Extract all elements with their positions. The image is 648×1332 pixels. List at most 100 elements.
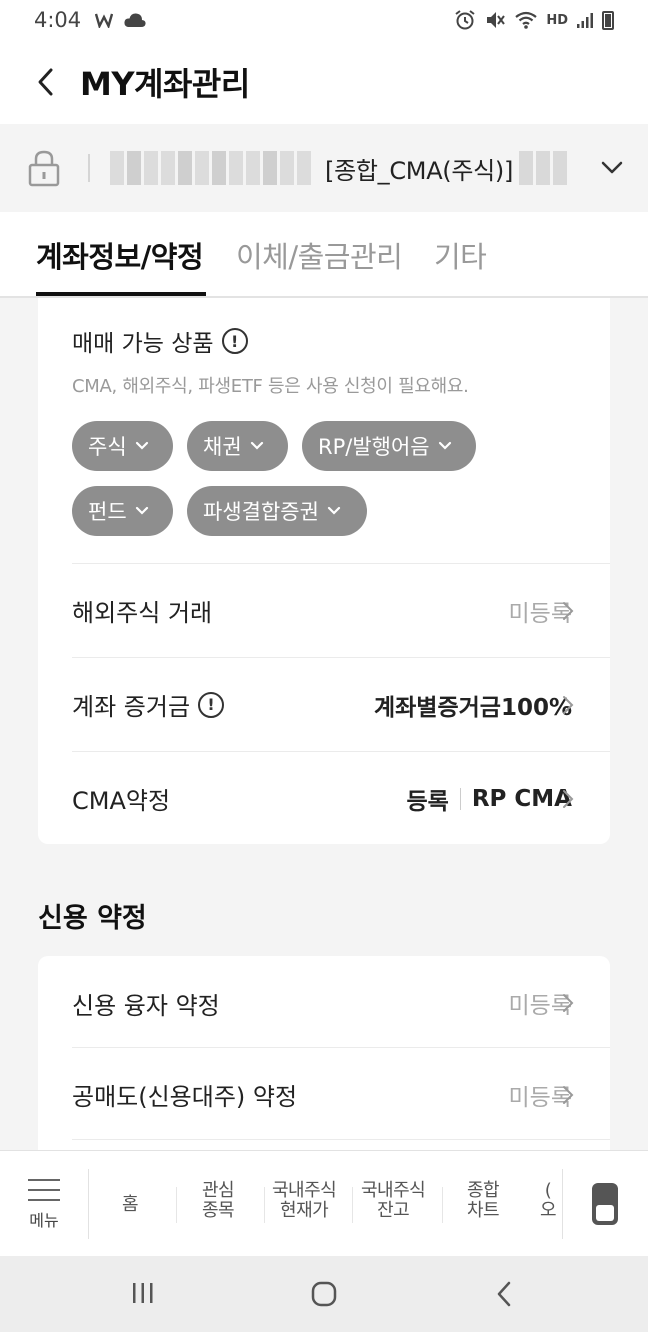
account-name: [종합_CMA(주식)]: [325, 156, 514, 185]
system-nav-bar: [0, 1256, 648, 1332]
nav-label-2: 잔고: [377, 1200, 410, 1221]
chip-label: 주식: [88, 435, 127, 459]
chip-label: 펀드: [88, 500, 127, 524]
menu-label: 메뉴: [29, 1211, 59, 1230]
status-time: 4:04: [34, 8, 82, 32]
account-selector[interactable]: [종합_CMA(주식)]: [0, 124, 648, 212]
menu-button[interactable]: 메뉴: [18, 1179, 70, 1231]
account-suffix-masked: [519, 151, 568, 185]
nav-more-partial[interactable]: ( 오: [536, 1181, 560, 1221]
chip-bond[interactable]: 채권: [187, 421, 288, 471]
chevron-right-icon: [563, 1086, 574, 1104]
chevron-right-icon: [563, 602, 574, 620]
nav-domestic-balance[interactable]: 국내주식 잔고: [361, 1180, 426, 1221]
row-value: 계좌별증거금100%: [373, 694, 572, 721]
lock-icon: [26, 148, 62, 188]
alarm-icon: [455, 10, 475, 30]
bottom-nav: 메뉴 홈 관심 종목 국내주식 현재가 국내주식 잔고 종합 차트 ( 오: [0, 1150, 648, 1256]
chevron-right-icon: [563, 790, 574, 808]
account-info-card: 매매 가능 상품 ! CMA, 해외주식, 파생ETF 등은 사용 신청이 필요…: [38, 298, 610, 844]
chip-rp-note[interactable]: RP/발행어음: [302, 421, 476, 471]
nav-separator: [352, 1187, 353, 1223]
tab-account-info[interactable]: 계좌정보/약정: [36, 234, 204, 276]
nav-domestic-price[interactable]: 국내주식 현재가: [272, 1180, 337, 1221]
chevron-right-icon: [563, 994, 574, 1012]
nav-label-1: 관심: [202, 1180, 235, 1201]
row-label-wrap: 계좌 증거금 !: [72, 687, 225, 722]
credit-card: 신용 융자 약정 미등록 공매도(신용대주) 약정 미등록: [38, 956, 610, 1151]
row-label: 공매도(신용대주) 약정: [72, 1083, 298, 1111]
hamburger-icon: [18, 1179, 70, 1201]
chip-label: 파생결합증권: [203, 500, 319, 524]
toggle-panel-icon[interactable]: [592, 1183, 618, 1225]
nav-label-1: 국내주식: [361, 1180, 426, 1201]
chevron-down-icon: [135, 506, 149, 516]
mute-icon: [487, 12, 506, 28]
cloud-icon: [124, 13, 146, 27]
nav-separator: [442, 1187, 443, 1223]
row-value-type: RP CMA: [471, 785, 572, 812]
account-divider: [88, 154, 90, 182]
nav-label-1: 국내주식: [272, 1180, 337, 1201]
w-icon: [95, 13, 114, 28]
tab-bar: 계좌정보/약정 이체/출금관리 기타: [0, 212, 648, 298]
chevron-down-icon: [135, 441, 149, 451]
nav-home[interactable]: 홈: [122, 1194, 139, 1215]
nav-watchlist[interactable]: 관심 종목: [202, 1180, 235, 1221]
nav-separator: [264, 1187, 265, 1223]
signal-icon: [577, 13, 593, 28]
back-icon[interactable]: [494, 1280, 514, 1308]
row-value-status: 등록: [406, 788, 449, 815]
chip-derivative-linked[interactable]: 파생결합증권: [187, 486, 367, 536]
chevron-down-icon[interactable]: [598, 154, 626, 182]
info-icon[interactable]: !: [221, 328, 248, 354]
status-bar: 4:04 HD: [0, 0, 648, 40]
nav-label-2: 종목: [202, 1200, 235, 1221]
chip-label: 채권: [203, 435, 242, 459]
status-right-icons: HD: [454, 9, 614, 31]
row-credit-loan[interactable]: 신용 융자 약정 미등록: [72, 956, 610, 1050]
nav-separator: [176, 1187, 177, 1223]
tab-transfer-withdrawal[interactable]: 이체/출금관리: [236, 234, 403, 276]
status-left-icons: [95, 11, 147, 29]
recents-icon[interactable]: [130, 1280, 156, 1306]
chip-stock[interactable]: 주식: [72, 421, 173, 471]
row-label: 계좌 증거금: [72, 693, 191, 721]
chevron-down-icon: [327, 506, 341, 516]
battery-icon: [602, 10, 614, 30]
back-button[interactable]: [16, 52, 76, 112]
chip-label: RP/발행어음: [318, 435, 430, 459]
row-account-margin[interactable]: 계좌 증거금 ! 계좌별증거금100%: [72, 657, 610, 751]
row-overseas-stock[interactable]: 해외주식 거래 미등록: [72, 563, 610, 657]
header: MY계좌관리: [0, 40, 648, 124]
row-value: 등록 RP CMA: [407, 782, 572, 816]
hd-voice-icon: HD: [546, 12, 568, 28]
home-icon[interactable]: [310, 1280, 338, 1308]
active-tab-indicator: [36, 292, 206, 296]
tab-other[interactable]: 기타: [434, 234, 487, 276]
trade-products-title: 매매 가능 상품: [72, 331, 214, 357]
nav-label-2: 현재가: [280, 1200, 329, 1221]
trade-products-header: 매매 가능 상품 !: [72, 324, 248, 358]
chevron-down-icon: [250, 441, 264, 451]
nav-label-1: 홈: [122, 1194, 139, 1215]
chevron-right-icon: [563, 696, 574, 714]
trade-products-subtitle: CMA, 해외주식, 파생ETF 등은 사용 신청이 필요해요.: [72, 376, 469, 397]
row-label: 신용 융자 약정: [72, 991, 220, 1020]
row-short-selling[interactable]: 공매도(신용대주) 약정 미등록: [72, 1047, 610, 1141]
nav-label-2: 차트: [467, 1200, 500, 1221]
row-label: CMA약정: [72, 787, 171, 815]
back-arrow-icon: [38, 68, 53, 96]
value-separator: [459, 787, 461, 810]
chevron-down-icon: [438, 441, 452, 451]
nav-label-1: (: [544, 1181, 552, 1201]
page-title: MY계좌관리: [80, 65, 250, 103]
nav-divider: [88, 1169, 89, 1239]
nav-label-1: 종합: [467, 1180, 500, 1201]
row-cma-agreement[interactable]: CMA약정 등록 RP CMA: [72, 751, 610, 845]
nav-chart[interactable]: 종합 차트: [467, 1180, 500, 1221]
chip-fund[interactable]: 펀드: [72, 486, 173, 536]
row-label: 해외주식 거래: [72, 599, 213, 627]
info-icon[interactable]: !: [198, 691, 225, 718]
nav-label-2: 오: [539, 1200, 557, 1221]
